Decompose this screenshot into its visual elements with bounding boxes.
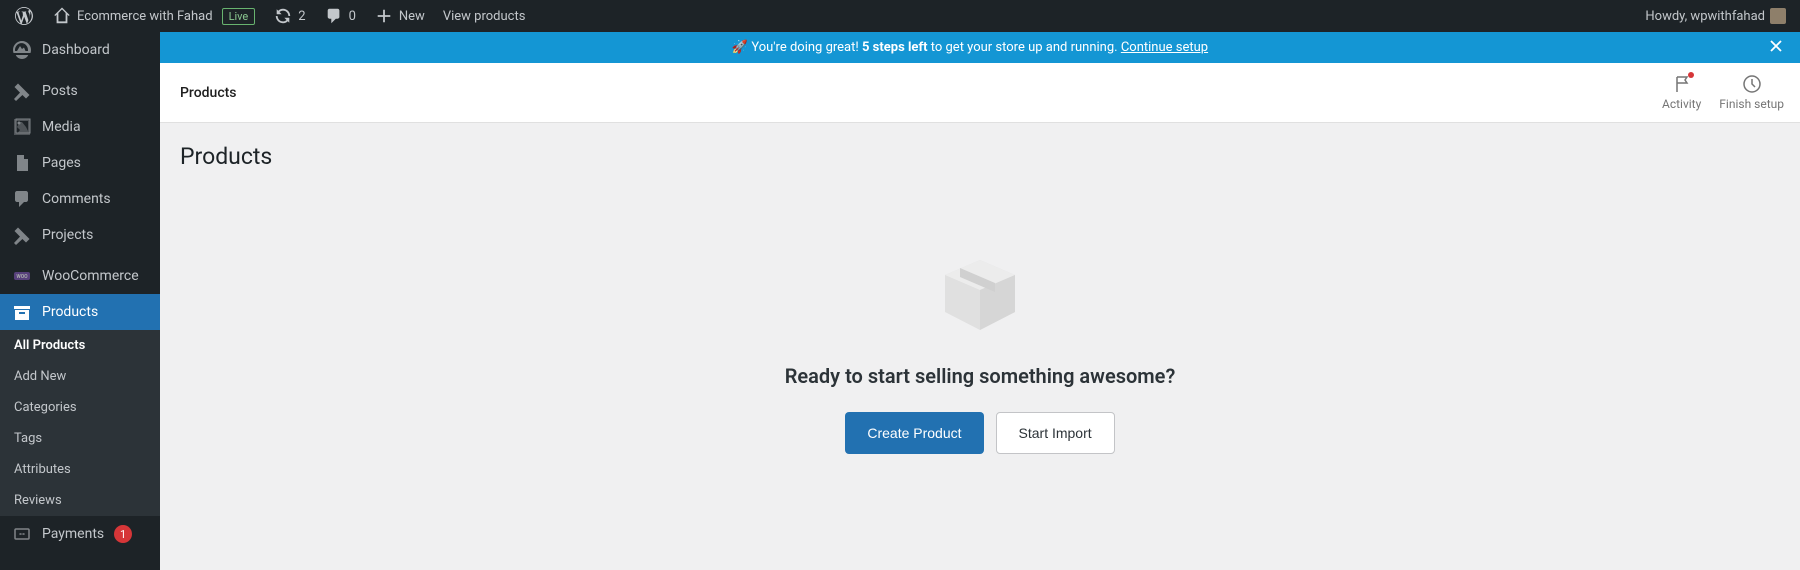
dashboard-icon — [12, 40, 32, 60]
sidebar-label: Pages — [42, 155, 81, 171]
payments-icon — [12, 524, 32, 544]
comment-icon — [12, 189, 32, 209]
create-product-button[interactable]: Create Product — [845, 412, 983, 454]
payments-badge: 1 — [114, 525, 132, 543]
content-area: 🚀 You're doing great! 5 steps left to ge… — [160, 32, 1800, 570]
archive-icon — [12, 302, 32, 322]
admin-toolbar-right: Howdy, wpwithfahad — [1639, 0, 1792, 32]
continue-setup-link[interactable]: Continue setup — [1121, 40, 1208, 55]
empty-state-heading: Ready to start selling something awesome… — [785, 364, 1176, 388]
live-badge: Live — [222, 8, 256, 25]
refresh-icon — [273, 6, 293, 26]
sidebar-item-payments[interactable]: Payments 1 — [0, 516, 160, 552]
page-body: Products Ready to start selling somethin… — [160, 123, 1800, 570]
media-icon — [12, 117, 32, 137]
submenu-attributes[interactable]: Attributes — [0, 454, 160, 485]
setup-notice: 🚀 You're doing great! 5 steps left to ge… — [160, 32, 1800, 63]
sidebar-label: Dashboard — [42, 42, 110, 58]
sidebar-label: Media — [42, 119, 81, 135]
sidebar-label: Products — [42, 304, 98, 320]
sidebar-item-media[interactable]: Media — [0, 109, 160, 145]
user-menu[interactable]: Howdy, wpwithfahad — [1639, 0, 1792, 32]
notice-text: 🚀 You're doing great! 5 steps left to ge… — [732, 40, 1208, 55]
woocommerce-icon: WOO — [12, 266, 32, 286]
sidebar-label: Payments — [42, 526, 104, 542]
wordpress-icon — [14, 6, 34, 26]
wp-logo-menu[interactable] — [8, 0, 40, 32]
admin-toolbar-left: Ecommerce with Fahad Live 2 0 New View p… — [8, 0, 531, 32]
clock-icon — [1742, 74, 1762, 94]
close-icon[interactable] — [1766, 36, 1786, 60]
finish-setup-button[interactable]: Finish setup — [1719, 74, 1784, 111]
sidebar-item-woocommerce[interactable]: WOO WooCommerce — [0, 258, 160, 294]
empty-state: Ready to start selling something awesome… — [180, 240, 1780, 454]
site-name-label: Ecommerce with Fahad — [77, 9, 213, 24]
header-actions: Activity Finish setup — [1662, 74, 1784, 111]
breadcrumb: Products — [176, 85, 237, 101]
finish-setup-label: Finish setup — [1719, 97, 1784, 111]
pages-icon — [12, 153, 32, 173]
pin-icon — [12, 225, 32, 245]
avatar-icon — [1770, 8, 1786, 24]
sidebar-item-pages[interactable]: Pages — [0, 145, 160, 181]
plus-icon — [374, 6, 394, 26]
new-content-link[interactable]: New — [368, 0, 431, 32]
pin-icon — [12, 81, 32, 101]
home-icon — [52, 6, 72, 26]
flag-icon — [1672, 74, 1692, 94]
sidebar-label: Comments — [42, 191, 111, 207]
submenu-products: All Products Add New Categories Tags Att… — [0, 330, 160, 516]
sidebar-label: WooCommerce — [42, 268, 139, 284]
comments-count: 0 — [349, 9, 356, 24]
view-products-label: View products — [443, 9, 526, 24]
sidebar-item-dashboard[interactable]: Dashboard — [0, 32, 160, 68]
howdy-label: Howdy, wpwithfahad — [1645, 9, 1765, 24]
page-title: Products — [180, 143, 1780, 170]
comment-icon — [324, 6, 344, 26]
empty-state-actions: Create Product Start Import — [845, 412, 1114, 454]
submenu-reviews[interactable]: Reviews — [0, 485, 160, 516]
updates-count: 2 — [298, 9, 305, 24]
sidebar-item-comments[interactable]: Comments — [0, 181, 160, 217]
sidebar-label: Projects — [42, 227, 93, 243]
sidebar-item-projects[interactable]: Projects — [0, 217, 160, 253]
sidebar-item-posts[interactable]: Posts — [0, 73, 160, 109]
submenu-all-products[interactable]: All Products — [0, 330, 160, 361]
start-import-button[interactable]: Start Import — [996, 412, 1115, 454]
admin-toolbar: Ecommerce with Fahad Live 2 0 New View p… — [0, 0, 1800, 32]
activity-button[interactable]: Activity — [1662, 74, 1701, 111]
main-wrap: Dashboard Posts Media Pages Comments Pro… — [0, 32, 1800, 570]
site-name-link[interactable]: Ecommerce with Fahad Live — [46, 0, 261, 32]
submenu-add-new[interactable]: Add New — [0, 361, 160, 392]
box-icon — [930, 240, 1030, 340]
admin-sidebar: Dashboard Posts Media Pages Comments Pro… — [0, 32, 160, 570]
activity-label: Activity — [1662, 97, 1701, 111]
notification-dot — [1688, 72, 1694, 78]
sidebar-item-products[interactable]: Products — [0, 294, 160, 330]
submenu-tags[interactable]: Tags — [0, 423, 160, 454]
new-label: New — [399, 9, 425, 24]
svg-text:WOO: WOO — [16, 274, 28, 280]
updates-link[interactable]: 2 — [267, 0, 311, 32]
submenu-categories[interactable]: Categories — [0, 392, 160, 423]
view-products-link[interactable]: View products — [437, 0, 532, 32]
page-header: Products Activity Finish setup — [160, 63, 1800, 123]
comments-link[interactable]: 0 — [318, 0, 362, 32]
rocket-icon: 🚀 — [732, 40, 748, 55]
sidebar-label: Posts — [42, 83, 78, 99]
